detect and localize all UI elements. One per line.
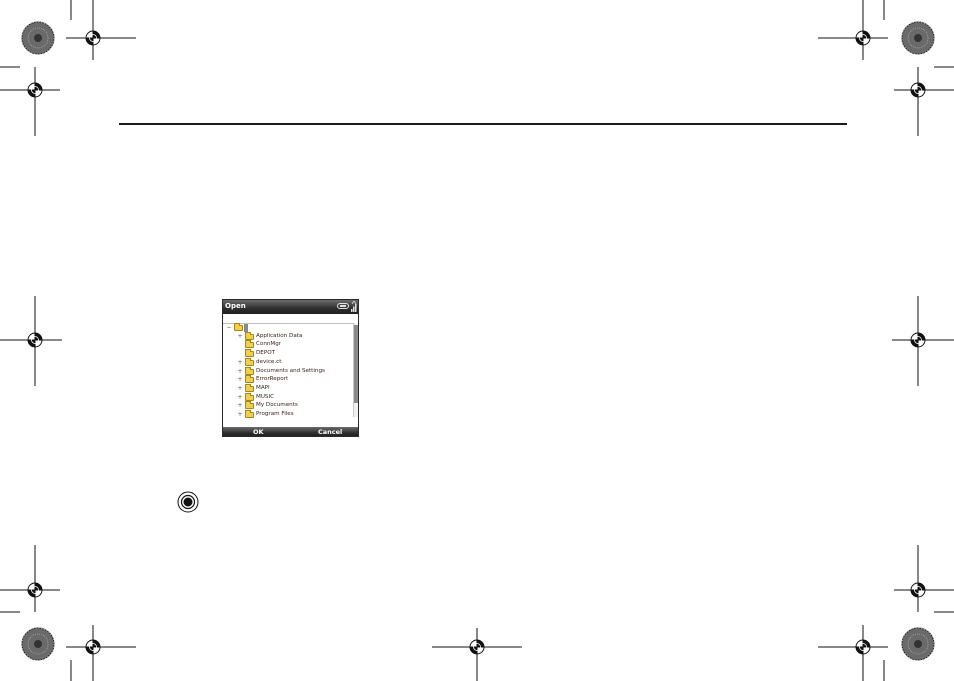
folder-icon bbox=[245, 357, 254, 366]
softkey-bar: OK Cancel bbox=[223, 427, 358, 436]
tree-item-label: Program Files bbox=[256, 411, 294, 417]
scrollbar-thumb[interactable] bbox=[354, 325, 358, 403]
registration-mark-left-lower bbox=[0, 545, 60, 613]
collapse-icon[interactable]: − bbox=[226, 323, 232, 332]
scrollbar[interactable] bbox=[353, 323, 358, 417]
tree-item-label: DEPOT bbox=[256, 350, 276, 357]
folder-icon bbox=[245, 410, 254, 418]
star-target-bottom-right bbox=[901, 627, 935, 661]
folder-icon bbox=[245, 392, 254, 401]
expand-icon[interactable]: + bbox=[237, 367, 243, 376]
tree-item-label: Application Data bbox=[256, 332, 303, 339]
expand-icon[interactable]: + bbox=[237, 375, 243, 384]
expand-icon[interactable]: + bbox=[237, 384, 243, 393]
cancel-softkey[interactable]: Cancel bbox=[318, 427, 342, 436]
registration-mark-right-middle bbox=[892, 296, 954, 386]
registration-mark-top-left bbox=[66, 0, 136, 60]
star-target-top-left bbox=[21, 21, 55, 55]
registration-mark-right-lower bbox=[894, 545, 954, 613]
folder-icon bbox=[234, 323, 243, 331]
tree-item-label: MAPI bbox=[256, 384, 270, 391]
registration-mark-right-upper bbox=[894, 66, 954, 136]
star-target-bottom-left bbox=[21, 627, 55, 661]
folder-tree[interactable]: − + Application Data ConnMgr DEPOT + device.c… bbox=[223, 323, 352, 419]
tree-item-label: MUSIC bbox=[256, 393, 275, 400]
tree-item-label: Documents and Settings bbox=[256, 367, 325, 374]
ok-softkey[interactable]: OK bbox=[253, 427, 264, 436]
tree-item-label: ConnMgr bbox=[256, 341, 282, 348]
expand-icon[interactable]: + bbox=[237, 332, 243, 341]
registration-mark-bottom-left bbox=[66, 625, 136, 681]
folder-icon bbox=[245, 340, 254, 349]
phone-open-dialog-screenshot: Open − + Application Data ConnMgr DEPOT + dev… bbox=[222, 299, 359, 437]
printer-registration-marks bbox=[0, 0, 954, 681]
dialog-title: Open bbox=[225, 302, 246, 310]
tree-item-label: ErrorReport bbox=[256, 376, 289, 383]
star-target-top-right bbox=[901, 21, 935, 55]
expand-icon[interactable]: + bbox=[237, 358, 243, 367]
expand-icon[interactable]: + bbox=[237, 393, 243, 402]
folder-icon bbox=[245, 375, 254, 384]
tree-item-label: My Documents bbox=[256, 402, 298, 409]
header-rule bbox=[119, 123, 847, 125]
registration-mark-left-middle bbox=[0, 296, 62, 386]
signal-strength-icon bbox=[351, 301, 357, 312]
folder-icon bbox=[245, 366, 254, 375]
folder-icon bbox=[245, 331, 254, 340]
center-select-key-icon bbox=[177, 491, 199, 513]
tree-item-label: device.ct bbox=[256, 358, 282, 365]
folder-icon bbox=[245, 383, 254, 392]
folder-icon bbox=[245, 349, 254, 358]
folder-icon bbox=[245, 401, 254, 410]
registration-mark-left-upper bbox=[0, 66, 60, 136]
battery-icon bbox=[337, 303, 349, 309]
registration-mark-bottom-right bbox=[818, 625, 888, 681]
registration-mark-top-right bbox=[818, 0, 888, 60]
expand-icon[interactable]: + bbox=[237, 401, 243, 410]
title-bar: Open bbox=[223, 300, 358, 314]
expand-icon[interactable]: + bbox=[237, 410, 243, 419]
registration-mark-bottom-center bbox=[432, 628, 522, 681]
